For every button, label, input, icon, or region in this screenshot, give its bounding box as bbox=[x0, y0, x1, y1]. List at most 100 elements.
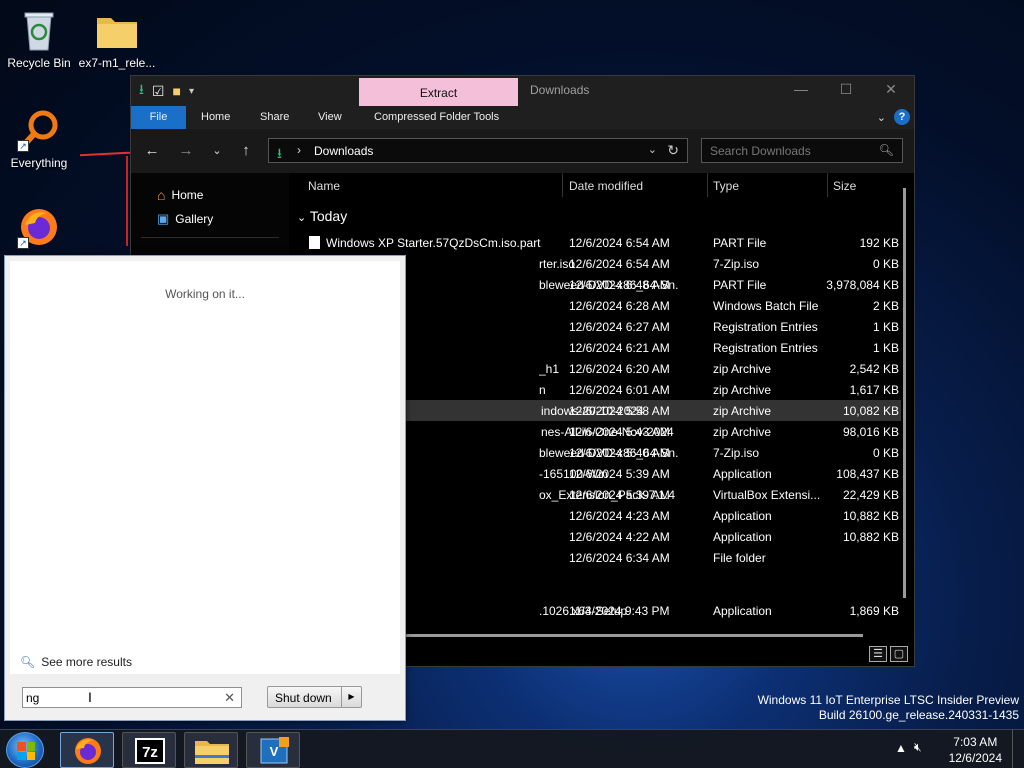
desktop-icon-firefox[interactable]: ↗ bbox=[0, 205, 78, 253]
recent-locations-button[interactable]: ⌄ bbox=[206, 144, 228, 157]
annotation-mark bbox=[79, 151, 131, 157]
column-divider[interactable] bbox=[562, 173, 563, 197]
gallery-icon: ▣ bbox=[157, 211, 170, 226]
file-date: 12/6/2024 6:20 AM bbox=[569, 362, 670, 376]
taskbar-firefox[interactable] bbox=[60, 732, 114, 768]
table-row[interactable]: Windows XP Starter.57QzDsCm.iso.part 12/… bbox=[291, 232, 901, 253]
volume-muted-icon[interactable]: 🔇︎ bbox=[914, 740, 922, 755]
download-arrow-icon[interactable]: ⭳ bbox=[139, 79, 144, 103]
help-icon[interactable]: ? bbox=[894, 109, 910, 125]
file-type: Application bbox=[713, 530, 772, 544]
desktop-icon-recycle-bin[interactable]: Recycle Bin bbox=[0, 8, 78, 70]
nav-item-label: Gallery bbox=[175, 212, 214, 226]
tab-file[interactable]: File bbox=[131, 106, 186, 129]
file-name: Windows XP Starter.57QzDsCm.iso.part bbox=[326, 236, 541, 250]
file-size: 98,016 KB bbox=[842, 425, 899, 439]
nav-item-gallery[interactable]: ▣ Gallery bbox=[157, 211, 213, 227]
tab-view[interactable]: View bbox=[318, 106, 342, 129]
file-date: 12/6/2024 4:23 AM bbox=[569, 509, 670, 523]
show-desktop-button[interactable] bbox=[1012, 730, 1024, 768]
file-size: 1,869 KB bbox=[849, 604, 899, 618]
file-type: PART File bbox=[713, 236, 767, 250]
file-type: Registration Entries bbox=[713, 320, 818, 334]
os-watermark: Windows 11 IoT Enterprise LTSC Insider P… bbox=[758, 693, 1019, 723]
vertical-scrollbar[interactable] bbox=[903, 188, 906, 598]
start-search-input[interactable] bbox=[26, 690, 221, 705]
shut-down-options-icon[interactable]: ▶ bbox=[341, 687, 361, 707]
forward-button[interactable]: → bbox=[175, 142, 197, 159]
search-icon: 🔍︎ bbox=[20, 655, 36, 669]
column-divider[interactable] bbox=[827, 173, 828, 197]
address-bar[interactable]: ⭳ › Downloads ⌄ ↻ bbox=[268, 138, 688, 163]
search-box[interactable]: Search Downloads 🔍︎ bbox=[701, 138, 903, 163]
navigation-bar: ← → ⌄ ↑ ⭳ › Downloads ⌄ ↻ Search Downloa… bbox=[131, 129, 914, 173]
clear-search-icon[interactable]: ✕ bbox=[224, 690, 235, 706]
file-date: 12/6/2024 4:22 AM bbox=[569, 530, 670, 544]
text-cursor-icon: I bbox=[88, 689, 92, 705]
shut-down-button[interactable]: Shut down ▶ bbox=[267, 686, 362, 708]
file-type: Registration Entries bbox=[713, 341, 818, 355]
desktop-icon-everything[interactable]: ↗ Everything bbox=[0, 108, 78, 170]
file-date: 12/6/2024 6:27 AM bbox=[569, 320, 670, 334]
address-dropdown-icon[interactable]: ⌄ bbox=[648, 143, 657, 156]
start-search-box[interactable]: I ✕ bbox=[22, 687, 242, 708]
file-size: 10,882 KB bbox=[842, 530, 899, 544]
expand-ribbon-icon[interactable]: ⌄ bbox=[877, 111, 886, 124]
tab-compressed-folder-tools[interactable]: Compressed Folder Tools bbox=[374, 106, 499, 129]
tab-share[interactable]: Share bbox=[260, 106, 289, 129]
tab-home[interactable]: Home bbox=[201, 106, 230, 129]
search-results-pane: Working on it... 🔍︎ See more results bbox=[10, 261, 400, 674]
back-button[interactable]: ← bbox=[141, 142, 163, 159]
svg-text:V: V bbox=[270, 744, 279, 759]
up-button[interactable]: ↑ bbox=[235, 142, 257, 159]
customize-toolbar-icon[interactable]: ▾ bbox=[189, 86, 194, 97]
collapse-chevron-icon[interactable]: ⌄ bbox=[297, 212, 306, 224]
breadcrumb-downloads[interactable]: Downloads bbox=[314, 144, 373, 158]
column-header-type[interactable]: Type bbox=[713, 179, 739, 193]
large-icons-view-icon[interactable]: ▢ bbox=[890, 646, 908, 662]
see-more-results-link[interactable]: 🔍︎ See more results bbox=[20, 655, 132, 669]
file-size: 10,882 KB bbox=[842, 509, 899, 523]
close-button[interactable]: ✕ bbox=[876, 81, 906, 98]
file-type: zip Archive bbox=[713, 383, 772, 397]
group-header-today[interactable]: ⌄ Today bbox=[297, 208, 347, 224]
column-divider[interactable] bbox=[707, 173, 708, 197]
file-size: 22,429 KB bbox=[842, 488, 899, 502]
nav-item-home[interactable]: ⌂ Home bbox=[157, 187, 203, 203]
column-header-size[interactable]: Size bbox=[833, 179, 856, 193]
file-icon bbox=[309, 236, 320, 249]
file-size: 3,978,084 KB bbox=[826, 278, 899, 292]
title-bar[interactable]: ⭳ ☑ ■ ▾ Extract Downloads — ☐ ✕ bbox=[131, 76, 914, 106]
extract-context-tab[interactable]: Extract bbox=[359, 78, 518, 106]
file-type: Windows Batch File bbox=[713, 299, 819, 313]
recycle-bin-icon bbox=[17, 8, 61, 52]
watermark-build: Build 26100.ge_release.240331-1435 bbox=[818, 708, 1019, 722]
file-date: 12/6/2024 6:54 AM bbox=[569, 236, 670, 250]
properties-icon[interactable]: ☑ bbox=[152, 83, 165, 100]
file-type: Application bbox=[713, 467, 772, 481]
taskbar-file-explorer[interactable] bbox=[184, 732, 238, 768]
minimize-button[interactable]: — bbox=[786, 81, 816, 97]
horizontal-scrollbar[interactable] bbox=[406, 634, 863, 637]
breadcrumb-chevron-icon[interactable]: › bbox=[297, 143, 301, 157]
start-menu[interactable]: Working on it... 🔍︎ See more results I ✕… bbox=[4, 255, 406, 721]
taskbar-7zip[interactable]: 7z bbox=[122, 732, 176, 768]
desktop-icon-folder[interactable]: ex7-m1_rele... bbox=[78, 8, 156, 70]
column-header-name[interactable]: Name bbox=[308, 179, 340, 193]
column-header-date[interactable]: Date modified bbox=[569, 179, 643, 193]
show-hidden-icons-icon[interactable]: ▲ bbox=[895, 741, 907, 755]
system-clock[interactable]: 7:03 AM 12/6/2024 bbox=[949, 734, 1002, 766]
details-view-icon[interactable]: ☰ bbox=[869, 646, 887, 662]
refresh-icon[interactable]: ↻ bbox=[667, 142, 679, 159]
file-date: 12/6/2024 6:01 AM bbox=[569, 383, 670, 397]
file-type: zip Archive bbox=[713, 425, 772, 439]
search-status: Working on it... bbox=[165, 287, 245, 301]
file-size: 1 KB bbox=[872, 320, 899, 334]
start-button[interactable] bbox=[6, 732, 44, 768]
file-type: PART File bbox=[713, 278, 767, 292]
taskbar-virtualbox[interactable]: V bbox=[246, 732, 300, 768]
maximize-button[interactable]: ☐ bbox=[831, 81, 861, 98]
group-label: Today bbox=[309, 208, 348, 224]
file-date: 12/6/2024 5:58 AM bbox=[569, 404, 670, 418]
new-folder-icon[interactable]: ■ bbox=[172, 83, 180, 99]
